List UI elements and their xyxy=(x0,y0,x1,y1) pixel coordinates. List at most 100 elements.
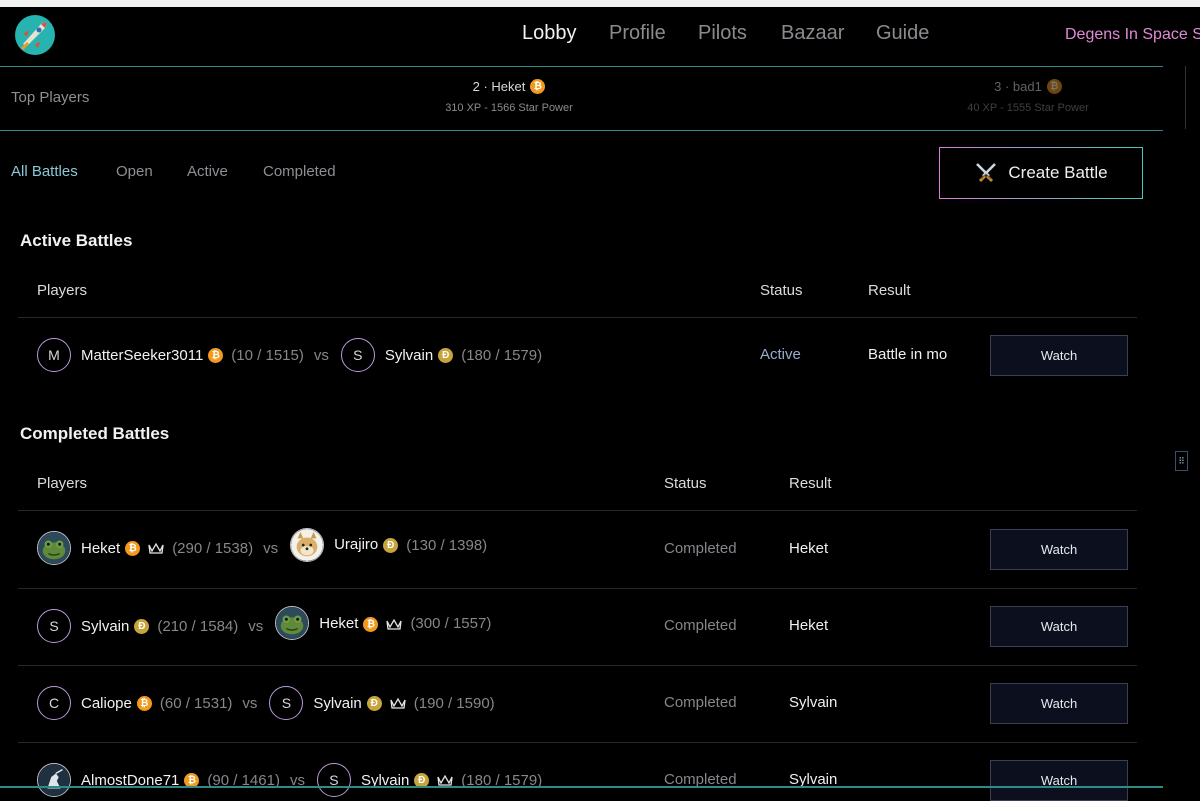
status-text: Active xyxy=(760,346,801,363)
scrollbar-grip-icon[interactable]: ⠿ xyxy=(1175,451,1188,471)
tab-all-battles[interactable]: All Battles xyxy=(11,163,78,180)
tab-completed[interactable]: Completed xyxy=(263,163,336,180)
bitcoin-icon: ₿ xyxy=(363,616,379,632)
knight-avatar[interactable] xyxy=(37,763,71,797)
player-name[interactable]: Sylvain xyxy=(385,347,433,364)
divider xyxy=(18,510,1137,511)
result-text: Heket xyxy=(789,617,829,634)
divider xyxy=(18,588,1137,589)
watch-button[interactable]: Watch xyxy=(990,683,1128,724)
result-text: Heket xyxy=(789,540,829,557)
dogecoin-icon: Ð xyxy=(438,347,454,363)
watch-button[interactable]: Watch xyxy=(990,606,1128,647)
top-player-name: 2 · Heket xyxy=(472,79,526,94)
column-header-result: Result xyxy=(868,282,911,299)
top-players-label: Top Players xyxy=(11,89,90,106)
top-player-stats: 310 XP - 1566 Star Power xyxy=(445,102,573,114)
column-header-status: Status xyxy=(760,282,803,299)
nav-lobby[interactable]: Lobby xyxy=(522,22,577,45)
avatar[interactable]: S xyxy=(269,686,304,720)
brand-link[interactable]: Degens In Space St xyxy=(1065,26,1200,44)
top-player-stats: 40 XP - 1555 Star Power xyxy=(967,102,1089,114)
table-row: S Sylvain Ð (210 / 1584) vs Heket ₿ (300… xyxy=(37,606,492,643)
player-name[interactable]: MatterSeeker3011 xyxy=(81,347,203,364)
frog-avatar[interactable] xyxy=(275,606,310,640)
crown-icon xyxy=(390,697,406,709)
avatar[interactable]: S xyxy=(37,609,71,643)
top-player-2[interactable]: 2 · Heket ₿ 310 XP - 1566 Star Power xyxy=(389,79,629,114)
bitcoin-icon: ₿ xyxy=(136,695,152,711)
crown-icon xyxy=(148,542,164,554)
player-name[interactable]: Heket xyxy=(319,615,358,632)
versus-label: vs xyxy=(242,694,258,712)
watch-button[interactable]: Watch xyxy=(990,760,1128,801)
bitcoin-icon: ₿ xyxy=(208,347,224,363)
top-player-3[interactable]: 3 · bad1 ₿ 40 XP - 1555 Star Power xyxy=(908,79,1148,114)
versus-label: vs xyxy=(248,617,264,635)
column-header-result: Result xyxy=(789,475,832,492)
player-stats: (10 / 1515) xyxy=(231,346,304,364)
player-stats: (290 / 1538) xyxy=(172,539,254,557)
player-name[interactable]: Urajiro xyxy=(334,536,378,553)
watch-button[interactable]: Watch xyxy=(990,529,1128,570)
crown-icon xyxy=(437,774,453,786)
table-row: C Caliope ₿ (60 / 1531) vs S Sylvain Ð (… xyxy=(37,686,495,720)
avatar[interactable]: C xyxy=(37,686,71,720)
nav-bazaar[interactable]: Bazaar xyxy=(781,22,844,45)
player-stats: (190 / 1590) xyxy=(413,694,495,712)
result-text: Sylvain xyxy=(789,694,838,711)
column-header-players: Players xyxy=(37,475,88,492)
create-battle-button[interactable]: Create Battle xyxy=(939,147,1143,199)
divider xyxy=(18,742,1137,743)
divider xyxy=(18,665,1137,666)
crown-icon xyxy=(386,618,403,630)
versus-label: vs xyxy=(313,346,329,364)
player-name[interactable]: Caliope xyxy=(81,695,132,712)
top-player-name: 3 · bad1 xyxy=(994,79,1042,94)
avatar[interactable]: S xyxy=(316,763,351,797)
dog-avatar[interactable] xyxy=(290,528,325,562)
table-row: AlmostDone71 ₿ (90 / 1461) vs S Sylvain … xyxy=(37,763,542,797)
player-name[interactable]: Sylvain xyxy=(81,618,129,635)
bitcoin-icon: ₿ xyxy=(530,79,546,94)
create-battle-label: Create Battle xyxy=(1008,163,1108,182)
bitcoin-icon: ₿ xyxy=(125,540,141,556)
table-row: M MatterSeeker3011 ₿ (10 / 1515) vs S Sy… xyxy=(37,338,542,372)
tab-open[interactable]: Open xyxy=(116,163,153,180)
player-name[interactable]: Heket xyxy=(81,540,120,557)
top-players-bar: Top Players 2 · Heket ₿ 310 XP - 1566 St… xyxy=(0,66,1163,131)
player-stats: (130 / 1398) xyxy=(406,536,488,554)
dogecoin-icon: Ð xyxy=(383,537,399,553)
column-header-players: Players xyxy=(37,282,88,299)
avatar[interactable]: S xyxy=(340,338,375,372)
completed-battles-title: Completed Battles xyxy=(20,424,170,443)
status-text: Completed xyxy=(664,617,737,634)
nav-profile[interactable]: Profile xyxy=(609,22,666,45)
player-stats: (180 / 1579) xyxy=(461,346,543,364)
player-stats: (60 / 1531) xyxy=(159,694,233,712)
player-name[interactable]: Sylvain xyxy=(313,695,361,712)
nav-pilots[interactable]: Pilots xyxy=(698,22,747,45)
status-text: Completed xyxy=(664,540,737,557)
versus-label: vs xyxy=(263,539,279,557)
divider xyxy=(18,317,1137,318)
crossed-swords-icon xyxy=(976,163,997,183)
dogecoin-icon: Ð xyxy=(366,695,382,711)
table-row: Heket ₿ (290 / 1538) vs Urajiro Ð (130 /… xyxy=(37,528,488,565)
player-stats: (300 / 1557) xyxy=(410,614,492,632)
dogecoin-icon: Ð xyxy=(134,618,150,634)
status-text: Completed xyxy=(664,694,737,711)
main-nav: Lobby Profile Pilots Bazaar Guide xyxy=(0,22,1200,50)
watch-button[interactable]: Watch xyxy=(990,335,1128,376)
bitcoin-icon: ₿ xyxy=(1046,79,1062,94)
player-stats: (210 / 1584) xyxy=(157,617,239,635)
window-top-border xyxy=(0,0,1200,7)
active-battles-title: Active Battles xyxy=(20,231,133,250)
tab-active[interactable]: Active xyxy=(187,163,228,180)
nav-guide[interactable]: Guide xyxy=(876,22,929,45)
result-text: Battle in mo xyxy=(868,346,948,363)
scrollbar-track[interactable] xyxy=(1185,66,1200,129)
frog-avatar[interactable] xyxy=(37,531,71,565)
column-header-status: Status xyxy=(664,475,707,492)
avatar[interactable]: M xyxy=(37,338,71,372)
